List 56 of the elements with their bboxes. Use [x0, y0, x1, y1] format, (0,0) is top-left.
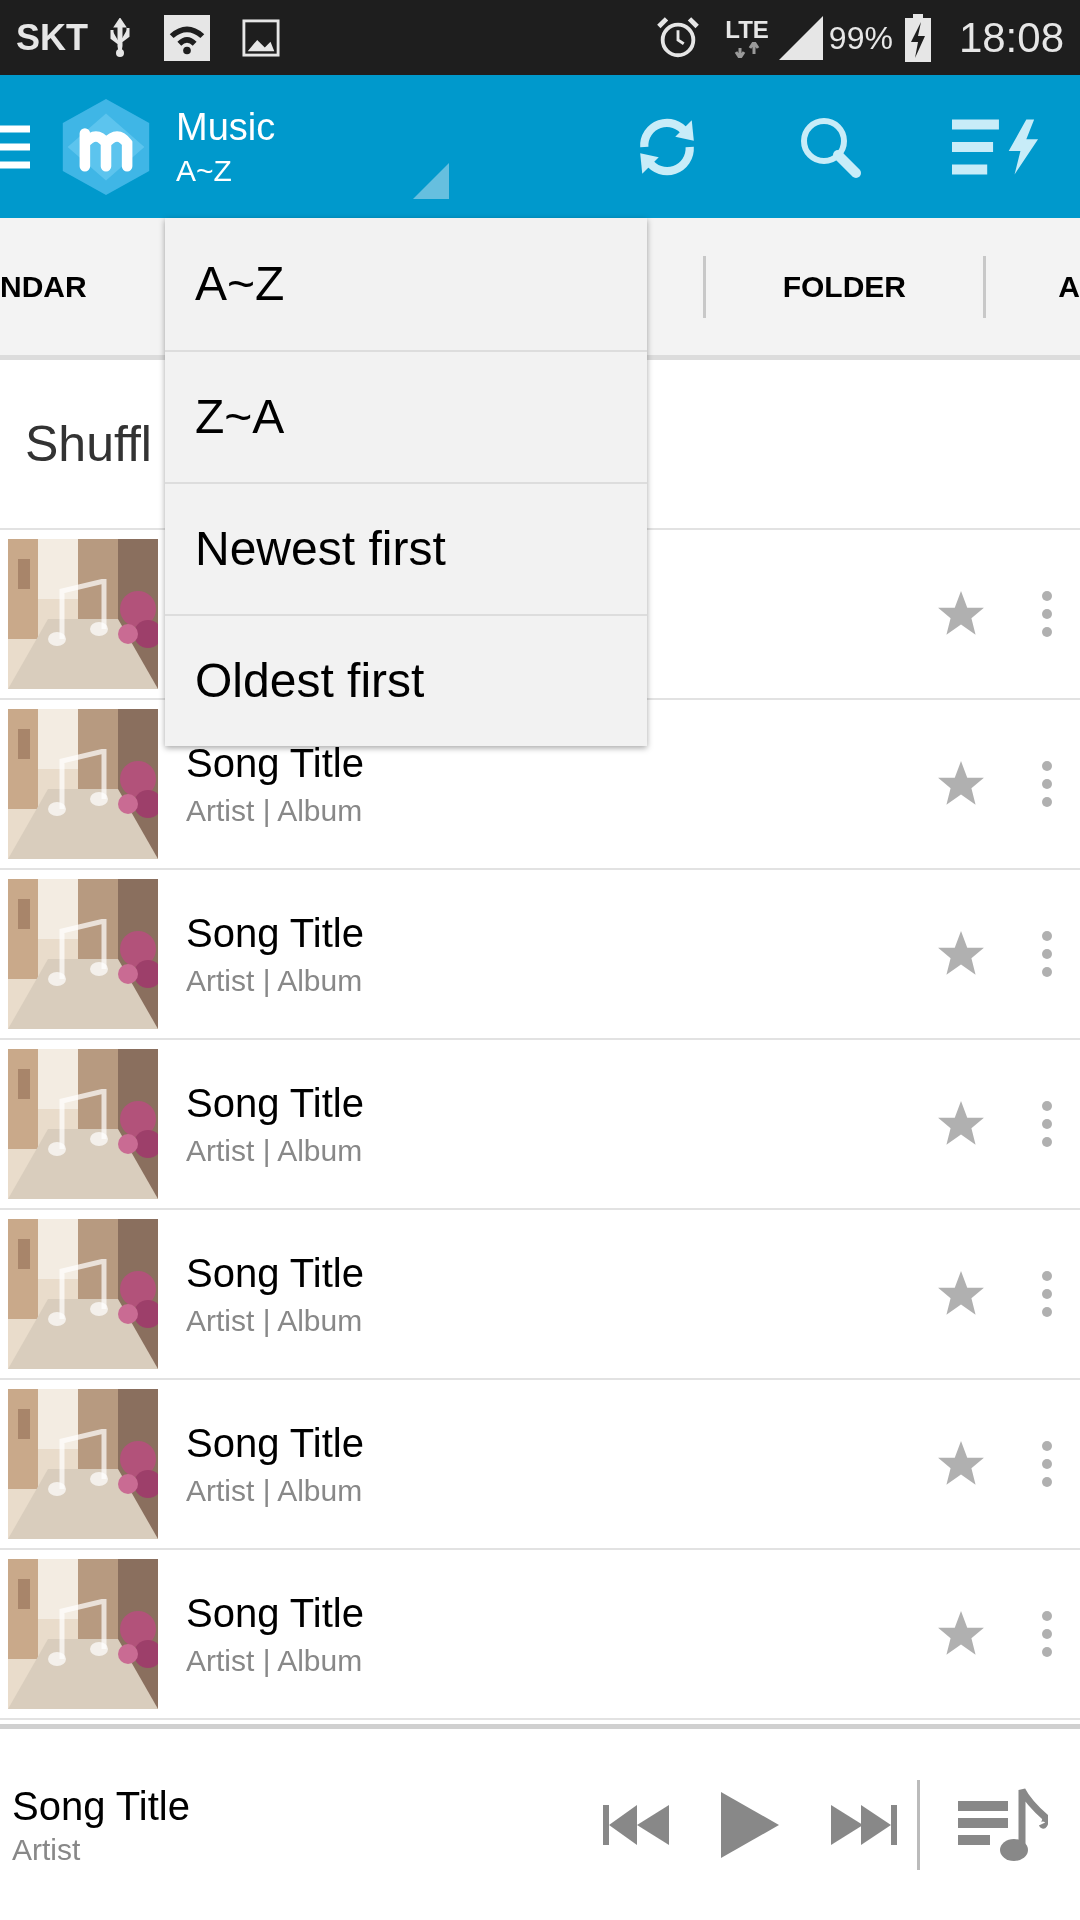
- more-options-icon[interactable]: [1041, 590, 1053, 638]
- carrier-name: SKT: [16, 15, 88, 60]
- song-row[interactable]: Song Title Artist | Album: [0, 1210, 1080, 1380]
- menu-icon[interactable]: [0, 124, 30, 169]
- now-playing-artist: Artist: [12, 1831, 82, 1868]
- queue-lightning-icon[interactable]: [952, 118, 1040, 175]
- sort-menu-item[interactable]: Z~A: [165, 350, 647, 482]
- song-row[interactable]: Song Title Artist | Album: [0, 1040, 1080, 1210]
- battery-charging-icon: [904, 13, 931, 62]
- song-row[interactable]: Song Title Artist | Album: [0, 1550, 1080, 1720]
- more-options-icon[interactable]: [1041, 1610, 1053, 1658]
- previous-icon[interactable]: [603, 1804, 669, 1845]
- song-title: Song Title: [186, 1080, 365, 1128]
- music-note-icon: [48, 749, 108, 819]
- song-subtitle: Artist | Album: [186, 1303, 364, 1340]
- app-title: Music: [176, 105, 276, 150]
- song-title: Song Title: [186, 1420, 365, 1468]
- song-subtitle: Artist | Album: [186, 793, 364, 830]
- sort-menu-item[interactable]: A~Z: [165, 218, 647, 350]
- music-note-icon: [48, 1599, 108, 1669]
- music-note-icon: [48, 1089, 108, 1159]
- song-title: Song Title: [186, 1250, 365, 1298]
- song-subtitle: Artist | Album: [186, 1133, 364, 1170]
- network-type: LTE: [725, 17, 769, 42]
- next-icon[interactable]: [831, 1804, 897, 1845]
- music-note-icon: [48, 579, 108, 649]
- more-options-icon[interactable]: [1041, 1100, 1053, 1148]
- sort-menu-item[interactable]: Newest first: [165, 482, 647, 614]
- song-subtitle: Artist | Album: [186, 963, 364, 1000]
- song-row[interactable]: Song Title Artist | Album: [0, 1380, 1080, 1550]
- battery-percent: 99%: [828, 18, 893, 58]
- usb-icon: [108, 17, 132, 58]
- category-tab[interactable]: NDAR: [0, 218, 157, 355]
- clock-time: 18:08: [958, 13, 1064, 63]
- play-icon[interactable]: [721, 1791, 779, 1858]
- sort-menu-item[interactable]: Oldest first: [165, 614, 647, 746]
- song-subtitle: Artist | Album: [186, 1643, 364, 1680]
- song-title: Song Title: [186, 910, 365, 958]
- more-options-icon[interactable]: [1041, 1270, 1053, 1318]
- image-icon: [242, 18, 280, 57]
- more-options-icon[interactable]: [1041, 930, 1053, 978]
- music-note-icon: [48, 1259, 108, 1329]
- song-subtitle: Artist | Album: [186, 1473, 364, 1510]
- song-row[interactable]: Song Title Artist | Album: [0, 870, 1080, 1040]
- dropdown-corner-icon[interactable]: [413, 163, 449, 199]
- music-note-icon: [48, 1429, 108, 1499]
- more-options-icon[interactable]: [1041, 1440, 1053, 1488]
- playlist-note-icon[interactable]: [958, 1787, 1048, 1862]
- shuffle-label[interactable]: Shuffl: [25, 406, 152, 482]
- now-playing-title: Song Title: [12, 1782, 191, 1830]
- category-tab[interactable]: A: [985, 218, 1080, 355]
- more-options-icon[interactable]: [1041, 760, 1053, 808]
- song-title: Song Title: [186, 1590, 365, 1638]
- music-note-icon: [48, 919, 108, 989]
- category-tab[interactable]: FOLDER: [706, 218, 983, 355]
- wifi-icon: [164, 14, 210, 61]
